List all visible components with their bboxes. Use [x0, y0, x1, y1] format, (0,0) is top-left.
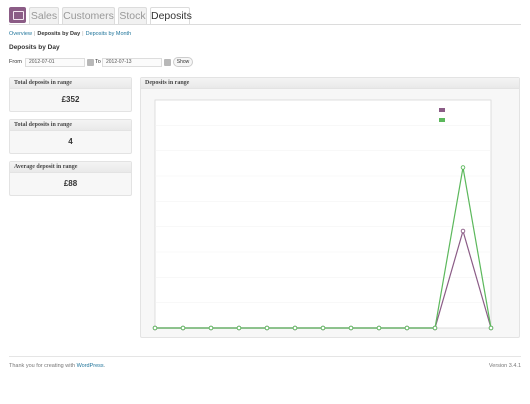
stat-total-deposits-count: Total deposits in range 4 — [9, 119, 132, 154]
data-point — [236, 325, 242, 331]
subnav-deposits-by-day[interactable]: Deposits by Day — [37, 31, 80, 37]
subnav-deposits-by-month-link[interactable]: Deposits by Month — [86, 31, 132, 37]
subnav-overview-link[interactable]: Overview — [9, 31, 32, 37]
chart-title: Deposits in range — [141, 78, 519, 89]
page-title: Deposits by Day — [9, 44, 60, 51]
tab-deposits[interactable]: Deposits — [150, 7, 192, 25]
data-point — [376, 325, 382, 331]
wordpress-link[interactable]: WordPress — [77, 363, 104, 369]
footer-divider — [9, 356, 521, 357]
footer-suffix: . — [103, 363, 106, 369]
from-label: From — [9, 59, 22, 65]
data-point — [460, 228, 466, 234]
to-label: To — [95, 59, 101, 65]
footer-credit: Thank you for creating with WordPress. — [9, 363, 105, 369]
stat-average-deposit: Average deposit in range £88 — [9, 161, 132, 196]
stat-value: £88 — [63, 179, 78, 188]
calendar-icon[interactable] — [87, 59, 94, 66]
stat-value: £352 — [61, 95, 80, 104]
legend-swatch — [439, 118, 445, 122]
data-point — [348, 325, 354, 331]
tab-customers[interactable]: Customers — [62, 7, 115, 24]
deposits-chart-panel: Deposits in range — [140, 77, 520, 338]
stat-value: 4 — [68, 137, 73, 146]
show-button[interactable]: Show — [173, 57, 193, 67]
to-date-input[interactable]: 2012-07-13 — [102, 58, 162, 67]
footer-prefix: Thank you for creating with — [9, 363, 76, 369]
data-point — [264, 325, 270, 331]
stat-title: Average deposit in range — [10, 162, 131, 173]
from-date-input[interactable]: 2012-07-01 — [25, 58, 85, 67]
calendar-icon[interactable] — [164, 59, 171, 66]
tabs-divider — [9, 24, 521, 25]
sub-navigation: Overview | Deposits by Day | Deposits by Mon… — [9, 30, 131, 38]
data-point — [432, 325, 438, 331]
tab-stock[interactable]: Stock — [118, 7, 147, 24]
deposits-line-chart — [152, 99, 494, 331]
tab-sales[interactable]: Sales — [29, 7, 59, 24]
data-point — [460, 165, 466, 170]
version-text: Version 3.4.1 — [488, 363, 521, 369]
app-logo-icon — [9, 7, 26, 23]
data-point — [152, 325, 158, 331]
legend-swatch — [439, 108, 445, 112]
data-point — [488, 325, 494, 331]
stat-title: Total deposits in range — [10, 120, 131, 131]
stat-title: Total deposits in range — [10, 78, 131, 89]
stat-total-deposits-amount: Total deposits in range £352 — [9, 77, 132, 112]
data-point — [208, 325, 214, 331]
data-point — [292, 325, 298, 331]
data-point — [180, 325, 186, 331]
data-point — [320, 325, 326, 331]
data-point — [404, 325, 410, 331]
